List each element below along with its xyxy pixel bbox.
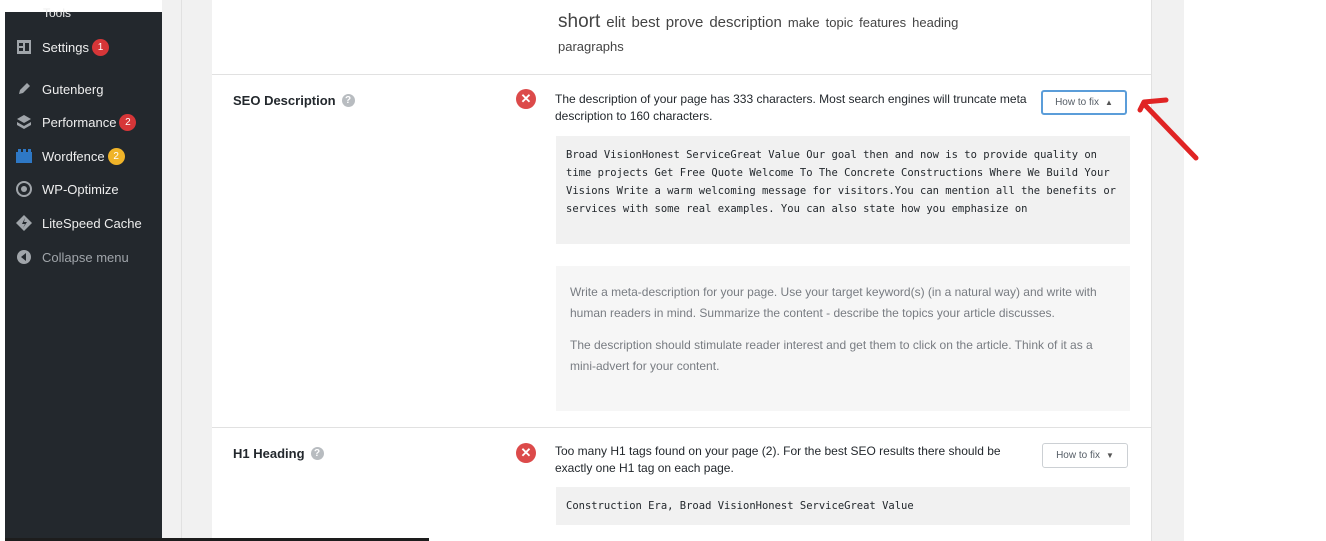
sidebar-item-label: Collapse menu bbox=[42, 249, 129, 265]
notification-badge: 2 bbox=[107, 147, 125, 165]
sidebar-item-performance[interactable]: Performance 2 bbox=[5, 109, 162, 135]
optimize-icon bbox=[15, 180, 33, 198]
button-label: How to fix bbox=[1056, 450, 1100, 461]
keyword: best bbox=[631, 14, 660, 31]
sidebar-item-label: Performance bbox=[42, 114, 117, 130]
settings-icon bbox=[15, 38, 33, 56]
chevron-up-icon: ▲ bbox=[1104, 98, 1113, 107]
sidebar-item-wordfence[interactable]: Wordfence 2 bbox=[5, 143, 162, 169]
keyword: make bbox=[787, 15, 820, 30]
sidebar-item-label: LiteSpeed Cache bbox=[42, 215, 142, 231]
hint-paragraph: The description should stimulate reader … bbox=[570, 338, 1093, 373]
sidebar-item-label: Gutenberg bbox=[42, 81, 104, 97]
row-divider bbox=[212, 427, 1151, 428]
how-to-fix-button[interactable]: How to fix ▼ bbox=[1042, 443, 1128, 468]
meta-description-content: Broad VisionHonest ServiceGreat Value Ou… bbox=[556, 136, 1130, 244]
keyword: features bbox=[859, 15, 907, 30]
sidebar-item-label: Wordfence bbox=[42, 148, 105, 164]
button-label: How to fix bbox=[1055, 97, 1099, 108]
content-gutter bbox=[162, 0, 212, 541]
sidebar-item-label: WP-Optimize bbox=[42, 181, 119, 197]
collapse-icon bbox=[15, 248, 33, 266]
notification-badge: 2 bbox=[119, 113, 137, 131]
h1-heading-message: Too many H1 tags found on your page (2).… bbox=[555, 444, 1001, 475]
how-to-fix-button[interactable]: How to fix ▲ bbox=[1041, 90, 1127, 115]
pencil-icon bbox=[15, 80, 33, 98]
sidebar-collapse-menu[interactable]: Collapse menu bbox=[5, 244, 162, 270]
h1-heading-content: Construction Era, Broad VisionHonest Ser… bbox=[556, 487, 1130, 525]
sidebar-item-settings[interactable]: Settings 1 bbox=[5, 34, 162, 60]
litespeed-icon bbox=[15, 214, 33, 232]
keyword: paragraphs bbox=[558, 39, 624, 54]
admin-sidebar: Tools Settings 1 Gutenberg Performance 2… bbox=[5, 6, 162, 541]
help-icon[interactable]: ? bbox=[341, 94, 355, 107]
sidebar-item-litespeed-cache[interactable]: LiteSpeed Cache bbox=[5, 210, 162, 236]
keyword: elit bbox=[606, 14, 626, 31]
keyword: short bbox=[558, 11, 601, 32]
help-icon[interactable]: ? bbox=[310, 447, 324, 460]
keyword: heading bbox=[912, 15, 959, 30]
wordfence-icon bbox=[15, 147, 33, 165]
keyword: topic bbox=[825, 15, 854, 30]
sidebar-item-gutenberg[interactable]: Gutenberg bbox=[5, 76, 162, 102]
row-title: SEO Description bbox=[233, 93, 336, 108]
sidebar-item-label: Settings bbox=[42, 39, 89, 55]
annotation-arrow-icon bbox=[1137, 97, 1199, 161]
performance-icon bbox=[15, 113, 33, 131]
seo-description-label: SEO Description ? bbox=[233, 93, 355, 108]
hint-paragraph: Write a meta-description for your page. … bbox=[570, 285, 1097, 320]
right-rail bbox=[1151, 0, 1184, 541]
row-divider bbox=[212, 74, 1151, 75]
keyword-cloud: short elit best prove description make topic fe… bbox=[558, 10, 1118, 59]
seo-description-message: The description of your page has 333 cha… bbox=[555, 92, 1027, 123]
keyword: description bbox=[709, 14, 782, 31]
h1-heading-label: H1 Heading ? bbox=[233, 446, 324, 461]
chevron-down-icon: ▼ bbox=[1105, 451, 1114, 460]
notification-badge: 1 bbox=[91, 38, 109, 56]
row-title: H1 Heading bbox=[233, 446, 305, 461]
divider bbox=[181, 0, 182, 541]
keyword: prove bbox=[665, 14, 704, 31]
error-icon: ✕ bbox=[516, 89, 536, 109]
sidebar-item-wp-optimize[interactable]: WP-Optimize bbox=[5, 176, 162, 202]
error-icon: ✕ bbox=[516, 443, 536, 463]
sidebar-item-tools-partial[interactable]: Tools bbox=[43, 6, 71, 20]
how-to-fix-hint: Write a meta-description for your page. … bbox=[556, 266, 1130, 411]
